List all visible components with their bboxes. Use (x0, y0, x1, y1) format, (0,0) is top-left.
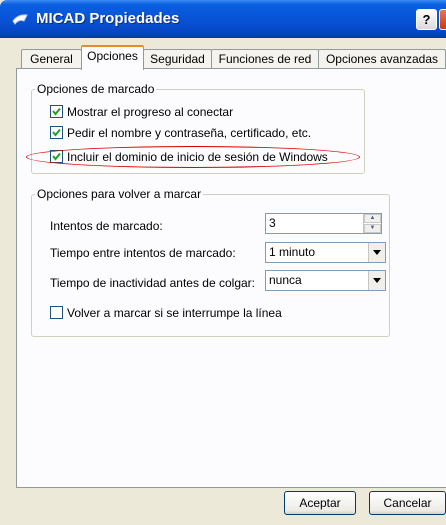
tab-opciones[interactable]: Opciones (81, 45, 144, 70)
dialing-options-legend: Opciones de marcado (37, 82, 155, 96)
attempts-spinner[interactable]: 3 ▲ ▼ (265, 213, 382, 234)
interval-value[interactable]: 1 minuto (269, 245, 315, 260)
prompt-name-password-label: Pedir el nombre y contraseña, certificad… (67, 126, 312, 140)
spin-up-icon[interactable]: ▲ (364, 214, 381, 223)
tab-strip: General Opciones Seguridad Funciones de … (0, 45, 446, 70)
redial-options-legend: Opciones para volver a marcar (37, 187, 202, 201)
close-button[interactable]: × (439, 9, 446, 30)
interval-label: Tiempo entre intentos de marcado: (50, 246, 236, 260)
window-title: MICAD Propiedades (36, 10, 180, 27)
show-progress-label: Mostrar el progreso al conectar (67, 105, 234, 119)
idle-value[interactable]: nunca (269, 273, 302, 288)
checkmark-icon (52, 152, 61, 161)
attempts-label: Intentos de marcado: (50, 219, 163, 233)
checkbox-box[interactable] (50, 306, 63, 319)
spinner-buttons[interactable]: ▲ ▼ (363, 214, 381, 233)
chevron-down-icon (373, 278, 381, 283)
tab-general[interactable]: General (21, 49, 82, 69)
interval-dropdown[interactable]: 1 minuto (265, 242, 386, 263)
checkmark-icon (52, 128, 61, 137)
idle-label: Tiempo de inactividad antes de colgar: (50, 276, 256, 290)
tab-seguridad[interactable]: Seguridad (143, 49, 212, 69)
checkbox-box[interactable] (50, 126, 63, 139)
attempts-value[interactable]: 3 (269, 216, 276, 231)
tab-opciones-avanzadas[interactable]: Opciones avanzadas (318, 49, 446, 69)
help-button[interactable]: ? (416, 9, 437, 30)
ok-button[interactable]: Aceptar (284, 491, 356, 515)
properties-dialog: MICAD Propiedades ? × General Opciones S… (0, 0, 446, 525)
checkmark-icon (52, 107, 61, 116)
checkbox-box[interactable] (50, 105, 63, 118)
redial-on-drop-label: Volver a marcar si se interrumpe la líne… (67, 306, 282, 320)
include-windows-domain-label: Incluir el dominio de inicio de sesión d… (67, 150, 328, 164)
spin-down-icon[interactable]: ▼ (364, 224, 381, 233)
tab-funciones-de-red[interactable]: Funciones de red (211, 49, 319, 69)
dropdown-button[interactable] (368, 243, 385, 262)
checkbox-box[interactable] (50, 150, 63, 163)
title-bar[interactable]: MICAD Propiedades ? × (0, 0, 446, 38)
dropdown-button[interactable] (368, 271, 385, 290)
cancel-button[interactable]: Cancelar (369, 491, 446, 515)
idle-dropdown[interactable]: nunca (265, 270, 386, 291)
network-connection-icon (12, 14, 28, 25)
chevron-down-icon (373, 250, 381, 255)
